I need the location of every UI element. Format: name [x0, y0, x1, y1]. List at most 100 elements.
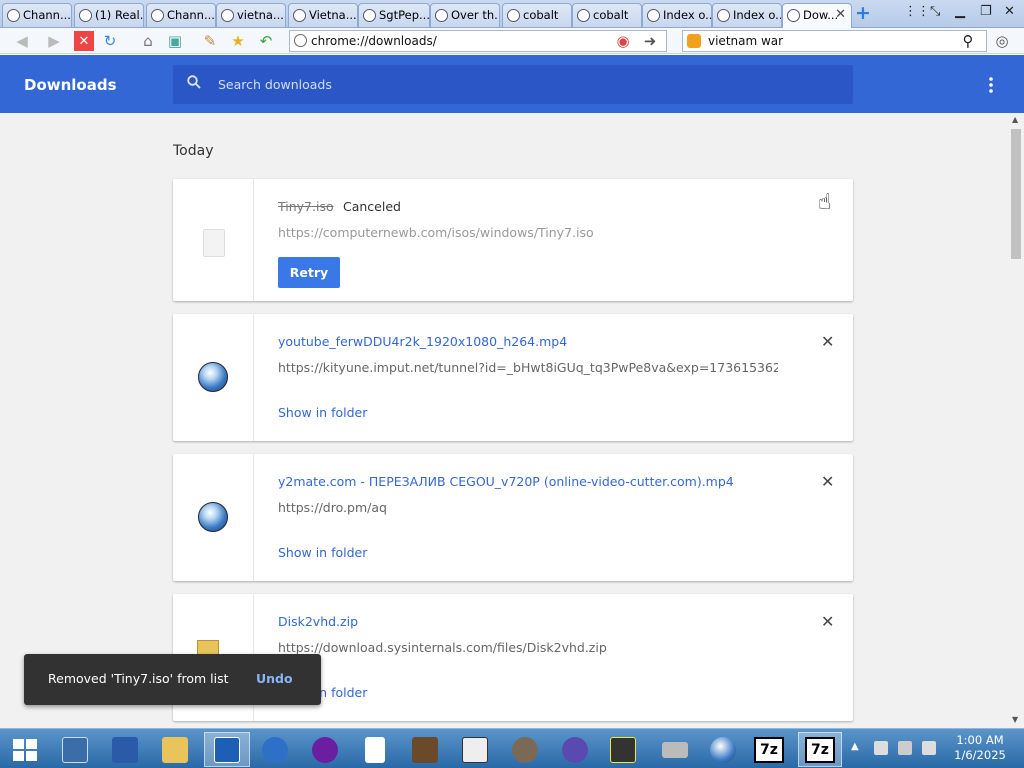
download-url[interactable]: https://dro.pm/aq [278, 500, 387, 515]
taskbar-terminal[interactable] [600, 732, 646, 767]
7zip-icon: 7z [805, 736, 835, 763]
section-heading: Today [173, 143, 214, 159]
taskbar: 7z 7z ▲ 1:00 AM 1/6/2025 [0, 728, 1024, 768]
stop-icon[interactable]: ✕ [74, 31, 94, 51]
file-icon-column [173, 179, 254, 301]
blank-document-icon [365, 736, 385, 763]
tab-favicon-icon [717, 9, 730, 22]
tab-label: Over th... [451, 8, 500, 22]
tab-10[interactable]: Index o... [642, 3, 712, 27]
tab-1[interactable]: Chann... [2, 3, 72, 27]
terminal-icon [610, 736, 636, 763]
page-title: Downloads [24, 76, 117, 94]
chrome-icon[interactable]: ◉ [613, 31, 633, 51]
tab-label: Chann... [167, 8, 215, 22]
reload-icon[interactable]: ↻ [100, 31, 120, 51]
tab-7[interactable]: Over th... [430, 3, 500, 27]
close-tab-icon[interactable]: ✕ [835, 7, 846, 22]
taskbar-7zip-2[interactable]: 7z [798, 732, 842, 767]
downloads-header: Downloads Search downloads [0, 55, 1024, 113]
scrollbar[interactable]: ▲ ▼ [1008, 113, 1024, 728]
start-button[interactable] [2, 732, 48, 767]
scroll-down-icon[interactable]: ▼ [1012, 715, 1018, 724]
home-icon[interactable]: ⌂ [138, 31, 158, 51]
tab-favicon-icon [647, 9, 660, 22]
taskbar-browser[interactable] [204, 732, 250, 767]
clock-date: 1/6/2025 [954, 748, 1006, 762]
scroll-up-icon[interactable]: ▲ [1012, 115, 1018, 124]
disk-drive-icon [662, 741, 688, 758]
tab-3[interactable]: Chann... [146, 3, 216, 27]
download-status: Canceled [343, 199, 401, 214]
taskbar-disk[interactable] [652, 732, 698, 767]
close-window-icon[interactable]: ✕ [1004, 4, 1015, 19]
download-item: y2mate.com - ПЕРЕЗАЛИВ CEGOU_v720P (onli… [173, 454, 853, 581]
tab-6[interactable]: SgtPep... [358, 3, 430, 27]
bookmark-star-icon[interactable]: ★ [228, 31, 248, 51]
download-filename-link[interactable]: youtube_ferwDDU4r2k_1920x1080_h264.mp4 [278, 334, 567, 349]
action-center-icon[interactable] [874, 741, 888, 755]
taskbar-gimp[interactable] [502, 732, 548, 767]
tab-downloads[interactable]: Dow... ✕ [782, 3, 852, 28]
taskbar-camera[interactable] [452, 732, 498, 767]
magnifier-icon[interactable]: ⚲ [958, 31, 978, 51]
minimize-icon[interactable]: ▁ [955, 4, 965, 19]
taskbar-notepad[interactable] [352, 732, 398, 767]
restore-tabs-icon[interactable]: ⤡ [930, 4, 940, 19]
show-in-folder-link[interactable]: Show in folder [278, 405, 367, 420]
remove-download-icon[interactable]: ✕ [821, 472, 834, 491]
network-icon[interactable] [898, 741, 912, 755]
tab-2[interactable]: (1) Real... [74, 3, 144, 27]
more-options-icon[interactable] [985, 75, 997, 95]
go-arrow-icon[interactable]: ➜ [640, 31, 660, 51]
new-tab-button[interactable]: + [855, 2, 871, 24]
search-engine-box[interactable]: vietnam war [682, 30, 987, 52]
taskbar-minecraft[interactable] [402, 732, 448, 767]
taskbar-globe[interactable] [700, 732, 746, 767]
download-url[interactable]: https://computernewb.com/isos/windows/Ti… [278, 225, 594, 240]
taskbar-powershell[interactable] [102, 732, 148, 767]
folder-icon [162, 736, 188, 763]
undo-icon[interactable]: ↶ [256, 31, 276, 51]
show-hidden-icons[interactable]: ▲ [851, 741, 865, 755]
show-in-folder-link[interactable]: Show in folder [278, 545, 367, 560]
tab-5[interactable]: Vietna... [288, 3, 358, 27]
retry-button[interactable]: Retry [278, 257, 340, 288]
search-downloads-input[interactable]: Search downloads [173, 65, 853, 104]
tab-4[interactable]: vietna... [216, 3, 286, 27]
taskbar-virus-app[interactable] [552, 732, 598, 767]
back-icon[interactable]: ◀ [12, 31, 32, 51]
spiky-ball-icon [562, 736, 588, 763]
edit-icon[interactable]: ✎ [200, 31, 220, 51]
download-filename-link[interactable]: Disk2vhd.zip [278, 614, 358, 629]
remove-download-icon[interactable]: ✕ [821, 332, 834, 351]
extension-icon[interactable]: ◎ [992, 31, 1012, 51]
download-url[interactable]: https://download.sysinternals.com/files/… [278, 640, 607, 655]
scrollbar-thumb[interactable] [1011, 129, 1021, 259]
toast-message: Removed 'Tiny7.iso' from list [48, 671, 229, 686]
forward-icon[interactable]: ▶ [44, 31, 64, 51]
remove-download-icon[interactable]: ✕ [821, 612, 834, 631]
grid-menu-icon[interactable]: ⋮⋮ [904, 4, 930, 19]
taskbar-sync[interactable] [252, 732, 298, 767]
download-url[interactable]: https://kityune.imput.net/tunnel?id=_bHw… [278, 360, 778, 375]
tab-favicon-icon [79, 9, 92, 22]
volume-muted-icon[interactable] [922, 741, 936, 755]
download-filename-link[interactable]: y2mate.com - ПЕРЕЗАЛИВ CEGOU_v720P (onli… [278, 474, 734, 489]
tab-11[interactable]: Index o... [712, 3, 782, 27]
tab-9[interactable]: cobalt [572, 3, 642, 27]
taskbar-yahoo[interactable] [302, 732, 348, 767]
taskbar-explorer[interactable] [152, 732, 198, 767]
history-icon[interactable]: ▣ [165, 31, 185, 51]
tab-favicon-icon [293, 9, 306, 22]
taskbar-server-manager[interactable] [52, 732, 98, 767]
powershell-icon [112, 736, 138, 763]
browser-toolbar: ◀ ▶ ✕ ↻ ⌂ ▣ ✎ ★ ↶ chrome://downloads/ ◉ … [0, 28, 1024, 54]
undo-button[interactable]: Undo [256, 671, 293, 686]
taskbar-7zip-1[interactable]: 7z [748, 732, 790, 767]
tab-8[interactable]: cobalt [502, 3, 572, 27]
taskbar-clock[interactable]: 1:00 AM 1/6/2025 [950, 733, 1010, 763]
maximize-icon[interactable]: ❐ [980, 4, 992, 19]
tab-favicon-icon [435, 9, 448, 22]
address-bar[interactable]: chrome://downloads/ [289, 30, 667, 52]
